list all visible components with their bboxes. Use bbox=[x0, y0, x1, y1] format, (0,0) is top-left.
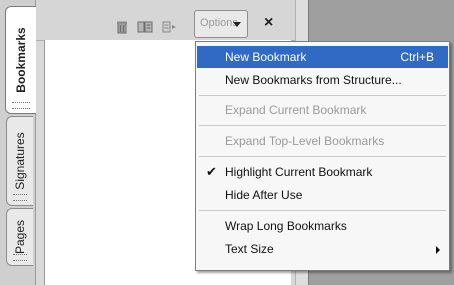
navigation-tab-strip: Bookmarks Signatures Pages bbox=[0, 0, 36, 285]
menu-item-label: Expand Current Bookmark bbox=[225, 103, 367, 117]
menu-item-label: New Bookmarks from Structure... bbox=[225, 73, 402, 87]
menu-item-label: Highlight Current Bookmark bbox=[225, 165, 373, 179]
tab-grip bbox=[13, 194, 27, 201]
menu-item-wrap-long-bookmarks[interactable]: Wrap Long Bookmarks bbox=[197, 215, 448, 237]
tab-signatures[interactable]: Signatures bbox=[6, 116, 33, 206]
menu-separator bbox=[199, 156, 446, 157]
navigation-pane-window: Bookmarks Signatures Pages Options × New… bbox=[0, 0, 454, 285]
close-icon[interactable]: × bbox=[264, 14, 273, 32]
menu-item-label: New Bookmark bbox=[225, 50, 307, 64]
bookmark-properties-icon[interactable] bbox=[137, 20, 153, 34]
menu-item-new-bookmark[interactable]: New Bookmark Ctrl+B bbox=[197, 46, 448, 68]
menu-item-expand-top-level-bookmarks[interactable]: Expand Top-Level Bookmarks bbox=[197, 130, 448, 152]
submenu-arrow-icon bbox=[436, 246, 440, 254]
tab-grip bbox=[12, 102, 30, 109]
menu-item-hide-after-use[interactable]: Hide After Use bbox=[197, 184, 448, 206]
chevron-down-icon bbox=[233, 22, 241, 27]
trash-icon[interactable] bbox=[115, 20, 129, 34]
menu-item-expand-current-bookmark[interactable]: Expand Current Bookmark bbox=[197, 99, 448, 121]
tab-grip bbox=[13, 254, 27, 261]
tab-bookmarks-label: Bookmarks bbox=[14, 27, 28, 93]
menu-item-label: Expand Top-Level Bookmarks bbox=[225, 134, 385, 148]
tab-bookmarks[interactable]: Bookmarks bbox=[5, 6, 36, 114]
options-menu: New Bookmark Ctrl+B New Bookmarks from S… bbox=[195, 41, 450, 271]
options-button[interactable]: Options bbox=[194, 10, 248, 38]
menu-separator bbox=[199, 125, 446, 126]
menu-item-text-size[interactable]: Text Size bbox=[197, 238, 448, 260]
expand-bookmark-icon[interactable] bbox=[161, 20, 177, 34]
menu-item-highlight-current-bookmark[interactable]: ✔ Highlight Current Bookmark bbox=[197, 161, 448, 183]
menu-item-label: Text Size bbox=[225, 242, 274, 256]
menu-separator bbox=[199, 95, 446, 96]
tab-signatures-label: Signatures bbox=[13, 132, 27, 190]
menu-separator bbox=[199, 210, 446, 211]
menu-item-label: Hide After Use bbox=[225, 188, 303, 202]
menu-item-shortcut: Ctrl+B bbox=[400, 50, 434, 64]
checkmark-icon: ✔ bbox=[206, 164, 217, 179]
tab-pages[interactable]: Pages bbox=[6, 208, 33, 266]
menu-item-label: Wrap Long Bookmarks bbox=[225, 219, 347, 233]
menu-item-new-bookmarks-from-structure[interactable]: New Bookmarks from Structure... bbox=[197, 69, 448, 91]
bookmarks-toolbar: Options × bbox=[36, 0, 308, 41]
tab-pages-label: Pages bbox=[13, 219, 27, 255]
